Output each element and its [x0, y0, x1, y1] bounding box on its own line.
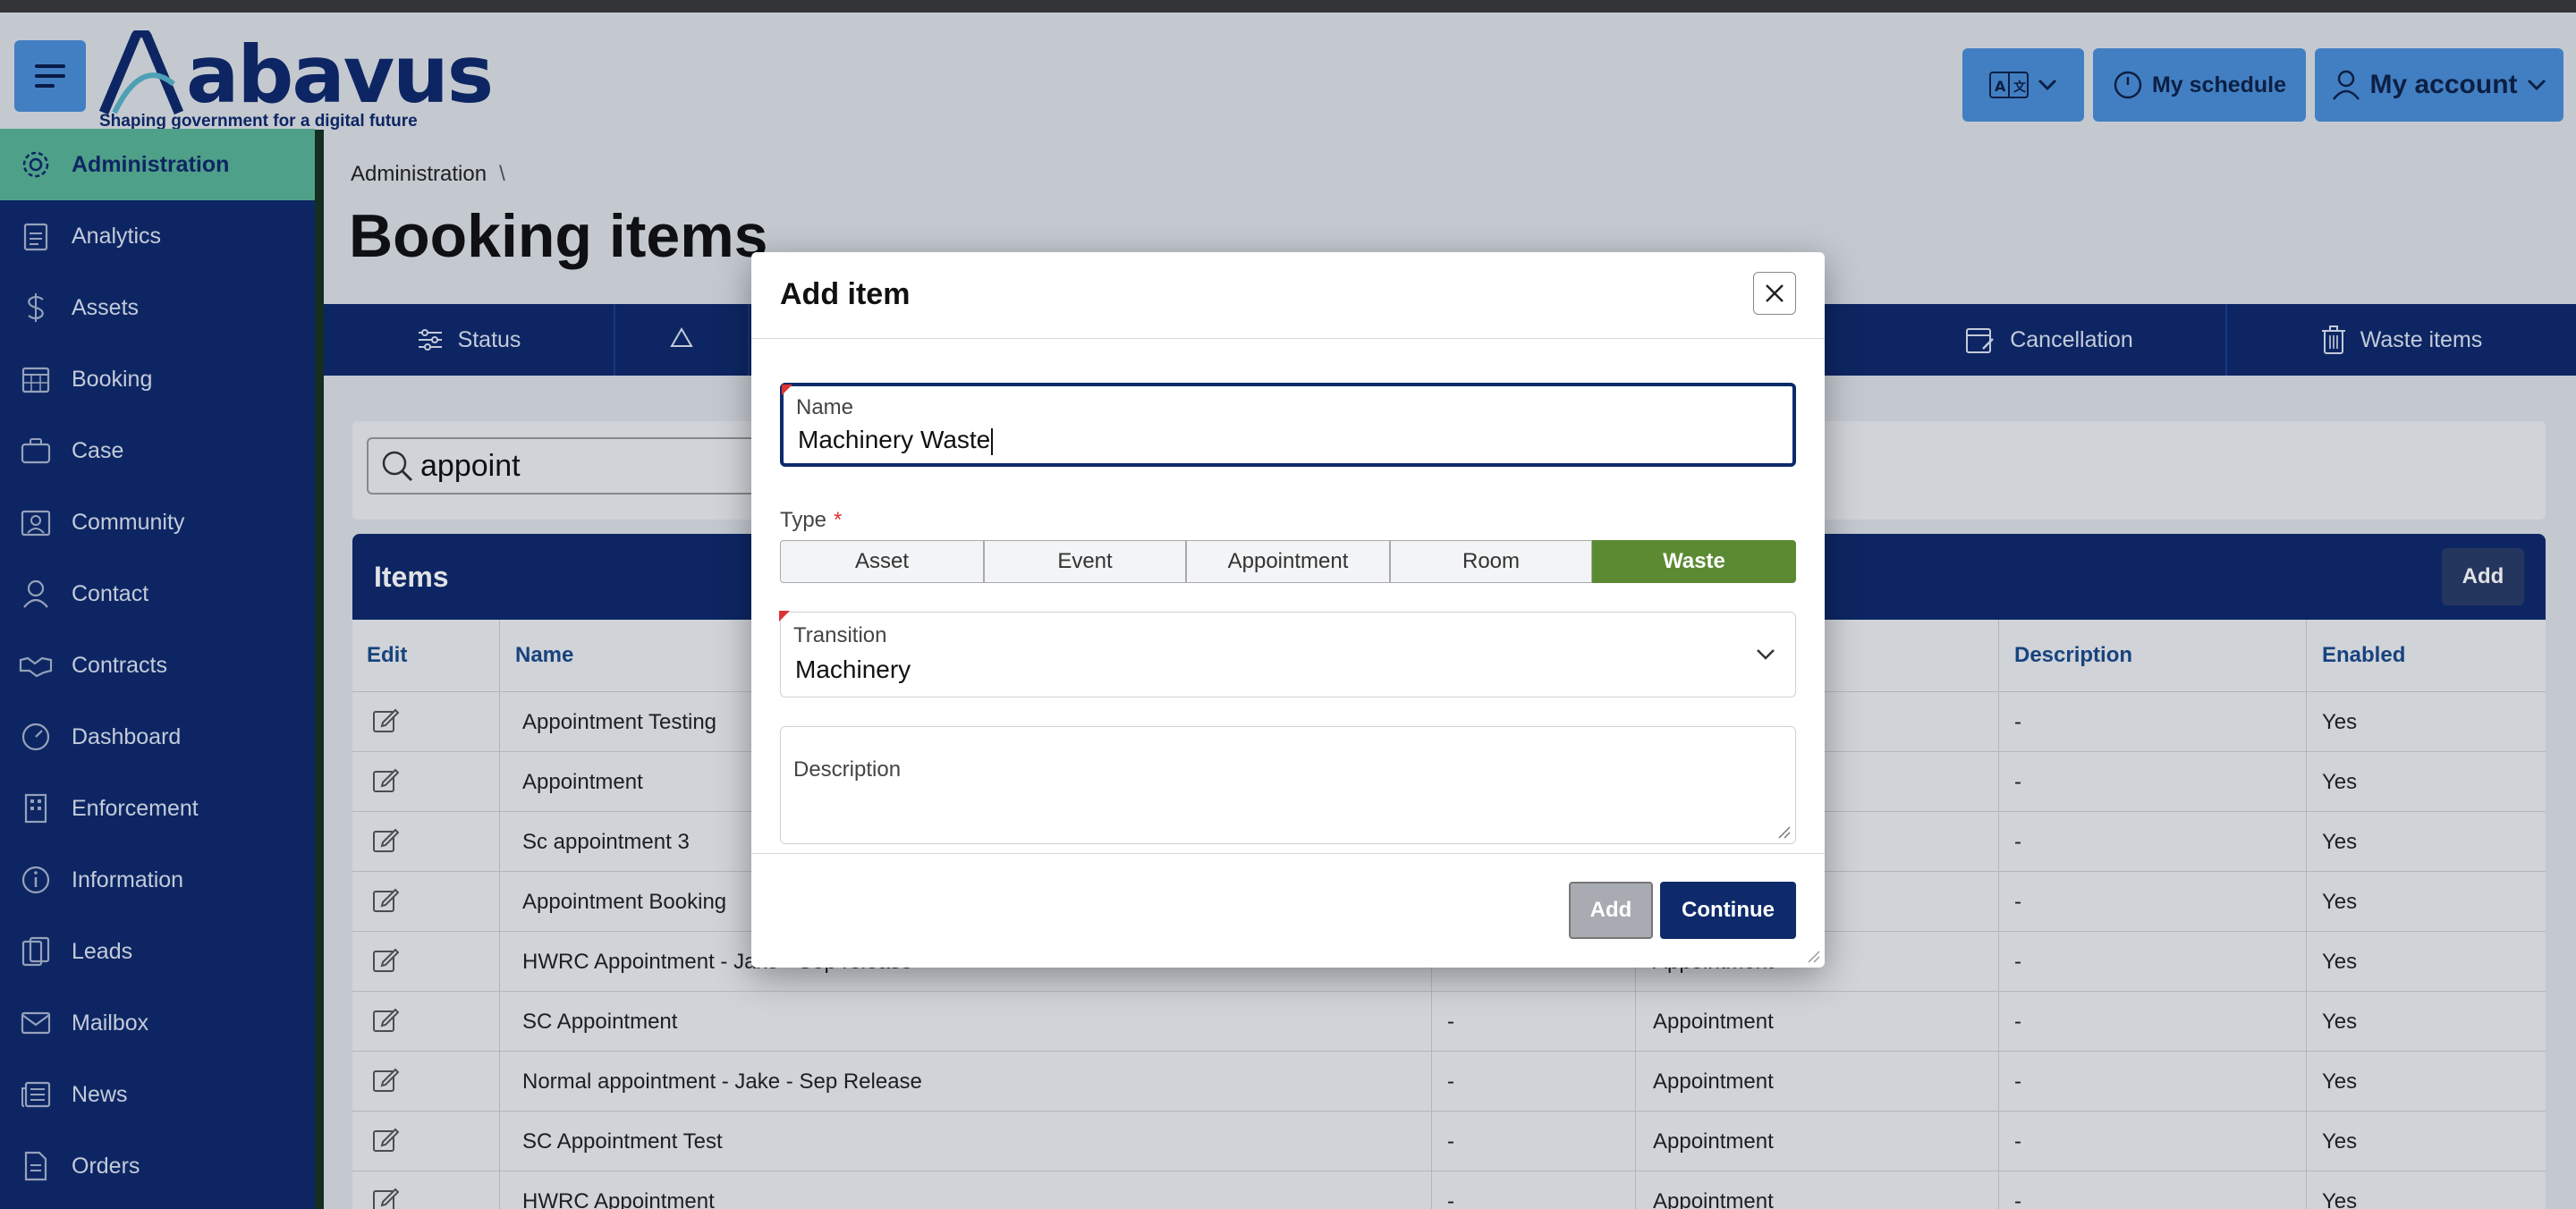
add-item-dialog: Add item Name Machinery Waste Type * Asse… [751, 252, 1825, 968]
dialog-resize-icon[interactable] [1807, 950, 1821, 964]
dialog-divider [751, 338, 1825, 339]
type-label: Type * [780, 508, 843, 532]
transition-select[interactable]: Transition Machinery [779, 611, 1796, 698]
continue-button[interactable]: Continue [1660, 882, 1796, 939]
chevron-down-icon [1757, 649, 1775, 660]
type-option-appointment[interactable]: Appointment [1186, 540, 1390, 583]
dialog-footer-divider [751, 853, 1825, 854]
type-option-asset[interactable]: Asset [780, 540, 984, 583]
type-option-waste[interactable]: Waste [1592, 540, 1796, 583]
required-indicator [782, 385, 792, 395]
name-value: Machinery Waste [798, 426, 994, 455]
description-textarea[interactable]: Description [780, 726, 1796, 844]
transition-value: Machinery [795, 655, 911, 683]
dialog-title: Add item [780, 277, 911, 311]
name-field[interactable]: Name Machinery Waste [780, 383, 1796, 467]
name-label: Name [796, 395, 854, 419]
description-label: Description [793, 757, 902, 782]
type-option-room[interactable]: Room [1390, 540, 1592, 583]
close-button[interactable] [1753, 272, 1796, 315]
type-option-event[interactable]: Event [984, 540, 1186, 583]
required-indicator [779, 611, 790, 621]
resize-handle-icon[interactable] [1777, 825, 1792, 840]
transition-label: Transition [793, 623, 887, 647]
close-icon [1766, 284, 1784, 302]
dialog-add-button[interactable]: Add [1569, 882, 1653, 939]
